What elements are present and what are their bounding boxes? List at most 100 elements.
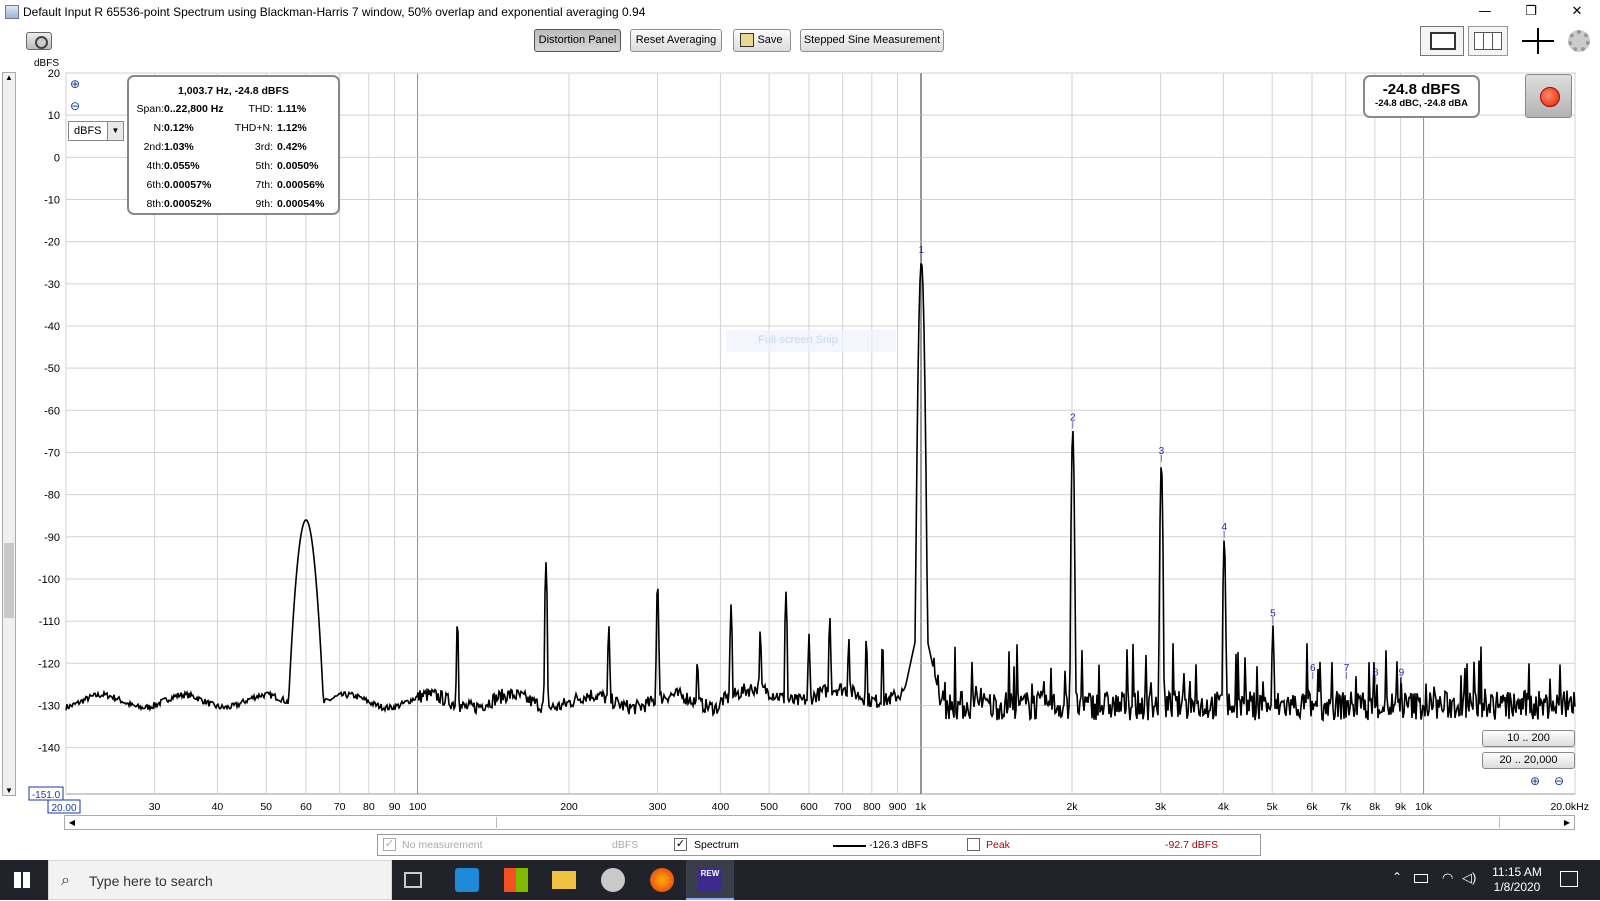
- y-axis-labels: 20 10 0 -10 -20 -30 -40 -50 -60 -70 -80 -90 -100 -110…: [38, 68, 60, 755]
- rew-icon: REW: [698, 868, 722, 892]
- info-value: 0.12%: [164, 122, 194, 134]
- unit-select[interactable]: dBFS ▼: [68, 121, 124, 141]
- horizontal-scroll-thumb[interactable]: [496, 817, 1500, 828]
- x-tick-label: 400: [712, 801, 730, 813]
- zoom-in-x-icon[interactable]: ⊕: [1530, 774, 1546, 790]
- firefox-icon[interactable]: [650, 868, 674, 892]
- x-tick-label: 20.0kHz: [1550, 801, 1589, 813]
- horizontal-scrollbar[interactable]: ◀ ▶: [64, 815, 1575, 830]
- taskbar: ⌕ Type here to search REW ⌃ ◠ ◁) 11:15 A…: [0, 860, 1600, 900]
- scroll-right-icon[interactable]: ▶: [1560, 816, 1574, 829]
- x-tick-label: 4k: [1218, 801, 1230, 813]
- x-tick-label: 700: [834, 801, 852, 813]
- y-tick-label: -50: [44, 363, 60, 375]
- info-key: 4th:: [146, 160, 164, 172]
- level-readout: -24.8 dBFS -24.8 dBC, -24.8 dBA: [1363, 75, 1480, 118]
- x-tick-label: 60: [300, 801, 312, 813]
- info-key: THD:: [248, 103, 274, 115]
- level-main: -24.8 dBFS: [1382, 81, 1461, 98]
- taskbar-search-box[interactable]: ⌕ Type here to search: [48, 860, 392, 900]
- x-tick-label: 800: [863, 801, 881, 813]
- x-tick-label: 300: [649, 801, 667, 813]
- range-button-20-20000[interactable]: 20 .. 20,000: [1482, 752, 1575, 769]
- y-tick-label: -140: [38, 743, 60, 755]
- y-tick-label: -110: [39, 616, 60, 628]
- spectrum-checkbox[interactable]: ✓: [674, 838, 687, 851]
- rew-app-tab[interactable]: REW: [686, 860, 734, 900]
- chevron-up-icon[interactable]: ⌃: [1392, 870, 1402, 884]
- info-header: 1,003.7 Hz, -24.8 dBFS: [178, 85, 289, 97]
- x-axis-labels: 30 40 50 60 70 80 90 100 200 300 400 500 600 700 800 90…: [149, 801, 1589, 813]
- chevron-down-icon: ▼: [107, 122, 123, 140]
- clock-time: 11:15 AM: [1492, 865, 1542, 879]
- zoom-in-icon[interactable]: ⊕: [70, 77, 86, 93]
- peak-label: Peak: [986, 839, 1010, 851]
- info-value: 0.00057%: [164, 179, 212, 191]
- file-explorer-icon[interactable]: [552, 871, 576, 889]
- x-tick-label: 5k: [1267, 801, 1279, 813]
- microsoft-store-icon[interactable]: [504, 868, 528, 892]
- info-key: 7th:: [255, 179, 273, 191]
- y-tick-label: -10: [44, 194, 60, 206]
- info-value: 0.00054%: [277, 198, 325, 210]
- range-button-10-200[interactable]: 10 .. 200: [1482, 730, 1575, 747]
- info-key: 8th:: [146, 198, 164, 210]
- y-tick-label: -130: [38, 700, 60, 712]
- x-tick-label: 900: [889, 801, 907, 813]
- x-tick-label: 70: [334, 801, 346, 813]
- x-tick-label: 10k: [1415, 801, 1433, 813]
- y-tick-label: -20: [44, 237, 60, 249]
- notifications-icon[interactable]: [1560, 871, 1578, 887]
- record-button[interactable]: [1525, 74, 1572, 118]
- y-tick-label: 20: [48, 68, 60, 80]
- task-view-icon[interactable]: [404, 872, 422, 888]
- info-value: 0.055%: [164, 160, 200, 172]
- no-measurement-checkbox[interactable]: ✓: [383, 838, 396, 851]
- store-app-icon[interactable]: [455, 868, 479, 892]
- x-tick-label: 30: [149, 801, 161, 813]
- x-tick-label: 2k: [1066, 801, 1078, 813]
- y-tick-label: -40: [44, 321, 60, 333]
- zoom-out-x-icon[interactable]: ⊖: [1554, 774, 1570, 790]
- info-value: 0.00056%: [277, 179, 325, 191]
- y-min-label: -151.0: [32, 790, 61, 801]
- x-tick-label: 200: [560, 801, 578, 813]
- windows-start-icon[interactable]: [14, 872, 30, 888]
- y-tick-label: -70: [44, 447, 60, 459]
- clock-date: 1/8/2020: [1493, 880, 1541, 894]
- x-tick-label: 600: [800, 801, 818, 813]
- unit-select-value: dBFS: [74, 125, 102, 137]
- volume-icon[interactable]: ◁): [1462, 870, 1476, 886]
- y-tick-label: -90: [44, 532, 60, 544]
- y-tick-label: -120: [38, 658, 60, 670]
- y-tick-label: 10: [48, 110, 60, 122]
- info-key: 2nd:: [143, 141, 164, 153]
- spectrum-label: Spectrum: [694, 839, 739, 851]
- zoom-out-icon[interactable]: ⊖: [70, 99, 86, 115]
- clock[interactable]: 11:15 AM 1/8/2020: [1487, 865, 1547, 895]
- distortion-info-panel: 1,003.7 Hz, -24.8 dBFS Span: 0..22,800 Hz…: [127, 75, 340, 215]
- peak-value: -92.7 dBFS: [1165, 839, 1219, 851]
- x-tick-label: 6k: [1306, 801, 1318, 813]
- search-icon: ⌕: [61, 872, 70, 889]
- wifi-icon[interactable]: ◠: [1442, 870, 1453, 886]
- x-tick-label: 40: [212, 801, 224, 813]
- x-tick-label: 100: [409, 801, 427, 813]
- x-tick-label: 1k: [915, 801, 927, 813]
- snipping-tool-icon[interactable]: [601, 868, 625, 892]
- info-key: THD+N:: [234, 122, 273, 134]
- level-sub: -24.8 dBC, -24.8 dBA: [1375, 98, 1468, 109]
- scroll-left-icon[interactable]: ◀: [65, 816, 79, 829]
- battery-icon[interactable]: [1414, 874, 1428, 883]
- info-key: N:: [153, 122, 165, 134]
- info-value: 0.0050%: [277, 160, 319, 172]
- info-key: 5th:: [255, 160, 273, 172]
- x-min-label: 20.00: [51, 803, 76, 814]
- x-tick-label: 9k: [1395, 801, 1407, 813]
- info-key: 9th:: [255, 198, 273, 210]
- info-value: 0.42%: [277, 141, 307, 153]
- no-measurement-label: No measurement: [402, 839, 483, 851]
- peak-checkbox[interactable]: [967, 838, 980, 851]
- info-value: 0.00052%: [164, 198, 212, 210]
- y-tick-label: -100: [38, 574, 60, 586]
